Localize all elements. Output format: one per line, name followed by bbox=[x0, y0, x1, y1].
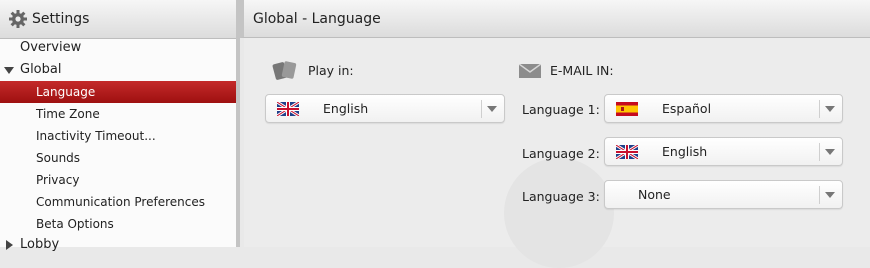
page-title-text: Global - Language bbox=[253, 10, 381, 27]
sidebar-item-communication-preferences[interactable]: Communication Preferences bbox=[0, 191, 236, 213]
select-divider bbox=[481, 100, 482, 118]
select-divider bbox=[819, 100, 820, 118]
sidebar-title: Settings bbox=[32, 11, 90, 27]
expand-arrow-icon[interactable] bbox=[4, 67, 14, 74]
select-divider bbox=[819, 143, 820, 161]
language-3-label: Language 3: bbox=[522, 189, 600, 204]
language-2-select[interactable]: English bbox=[604, 137, 843, 166]
language-2-value: English bbox=[662, 144, 708, 159]
sidebar-item-label: Lobby bbox=[20, 237, 60, 252]
sidebar-item-time-zone[interactable]: Time Zone bbox=[0, 103, 236, 125]
language-3-value: None bbox=[638, 187, 671, 202]
sidebar-item-overview[interactable]: Overview bbox=[0, 37, 236, 59]
content-area: Play in: English E-MAIL IN: Language 1: bbox=[244, 38, 870, 268]
uk-flag-icon bbox=[277, 102, 299, 116]
sidebar: Settings Overview Global Language Time Z… bbox=[0, 0, 240, 252]
spain-flag-icon bbox=[616, 102, 638, 116]
watermark-logo bbox=[504, 158, 614, 268]
sidebar-header: Settings bbox=[0, 0, 239, 39]
language-1-value: Español bbox=[662, 101, 712, 116]
play-in-label: Play in: bbox=[308, 63, 354, 78]
language-1-select[interactable]: Español bbox=[604, 94, 843, 123]
cards-icon bbox=[272, 61, 297, 80]
select-divider bbox=[819, 186, 820, 204]
sidebar-item-global[interactable]: Global bbox=[0, 59, 236, 81]
main-panel: Global - Language Play in: English E-MAI… bbox=[240, 0, 870, 268]
play-in-select[interactable]: English bbox=[265, 94, 505, 123]
play-in-value: English bbox=[323, 101, 369, 116]
gear-icon bbox=[9, 10, 27, 28]
chevron-down-icon[interactable] bbox=[487, 106, 497, 112]
sidebar-item-inactivity-timeout[interactable]: Inactivity Timeout... bbox=[0, 125, 236, 147]
chevron-down-icon[interactable] bbox=[825, 192, 835, 198]
sidebar-item-lobby[interactable]: Lobby bbox=[0, 234, 236, 256]
sidebar-item-label: Global bbox=[20, 62, 62, 77]
uk-flag-icon bbox=[616, 145, 638, 159]
mail-icon bbox=[519, 64, 541, 78]
sidebar-item-language[interactable]: Language bbox=[0, 81, 236, 103]
sidebar-item-sounds[interactable]: Sounds bbox=[0, 147, 236, 169]
chevron-down-icon[interactable] bbox=[825, 106, 835, 112]
language-1-label: Language 1: bbox=[522, 102, 600, 117]
collapse-arrow-icon[interactable] bbox=[6, 240, 13, 250]
sidebar-item-privacy[interactable]: Privacy bbox=[0, 169, 236, 191]
sidebar-item-beta-options[interactable]: Beta Options bbox=[0, 213, 236, 235]
language-2-label: Language 2: bbox=[522, 146, 600, 161]
email-in-label: E-MAIL IN: bbox=[550, 63, 614, 78]
page-title: Global - Language bbox=[240, 0, 870, 38]
language-3-select[interactable]: None bbox=[604, 180, 843, 209]
chevron-down-icon[interactable] bbox=[825, 149, 835, 155]
